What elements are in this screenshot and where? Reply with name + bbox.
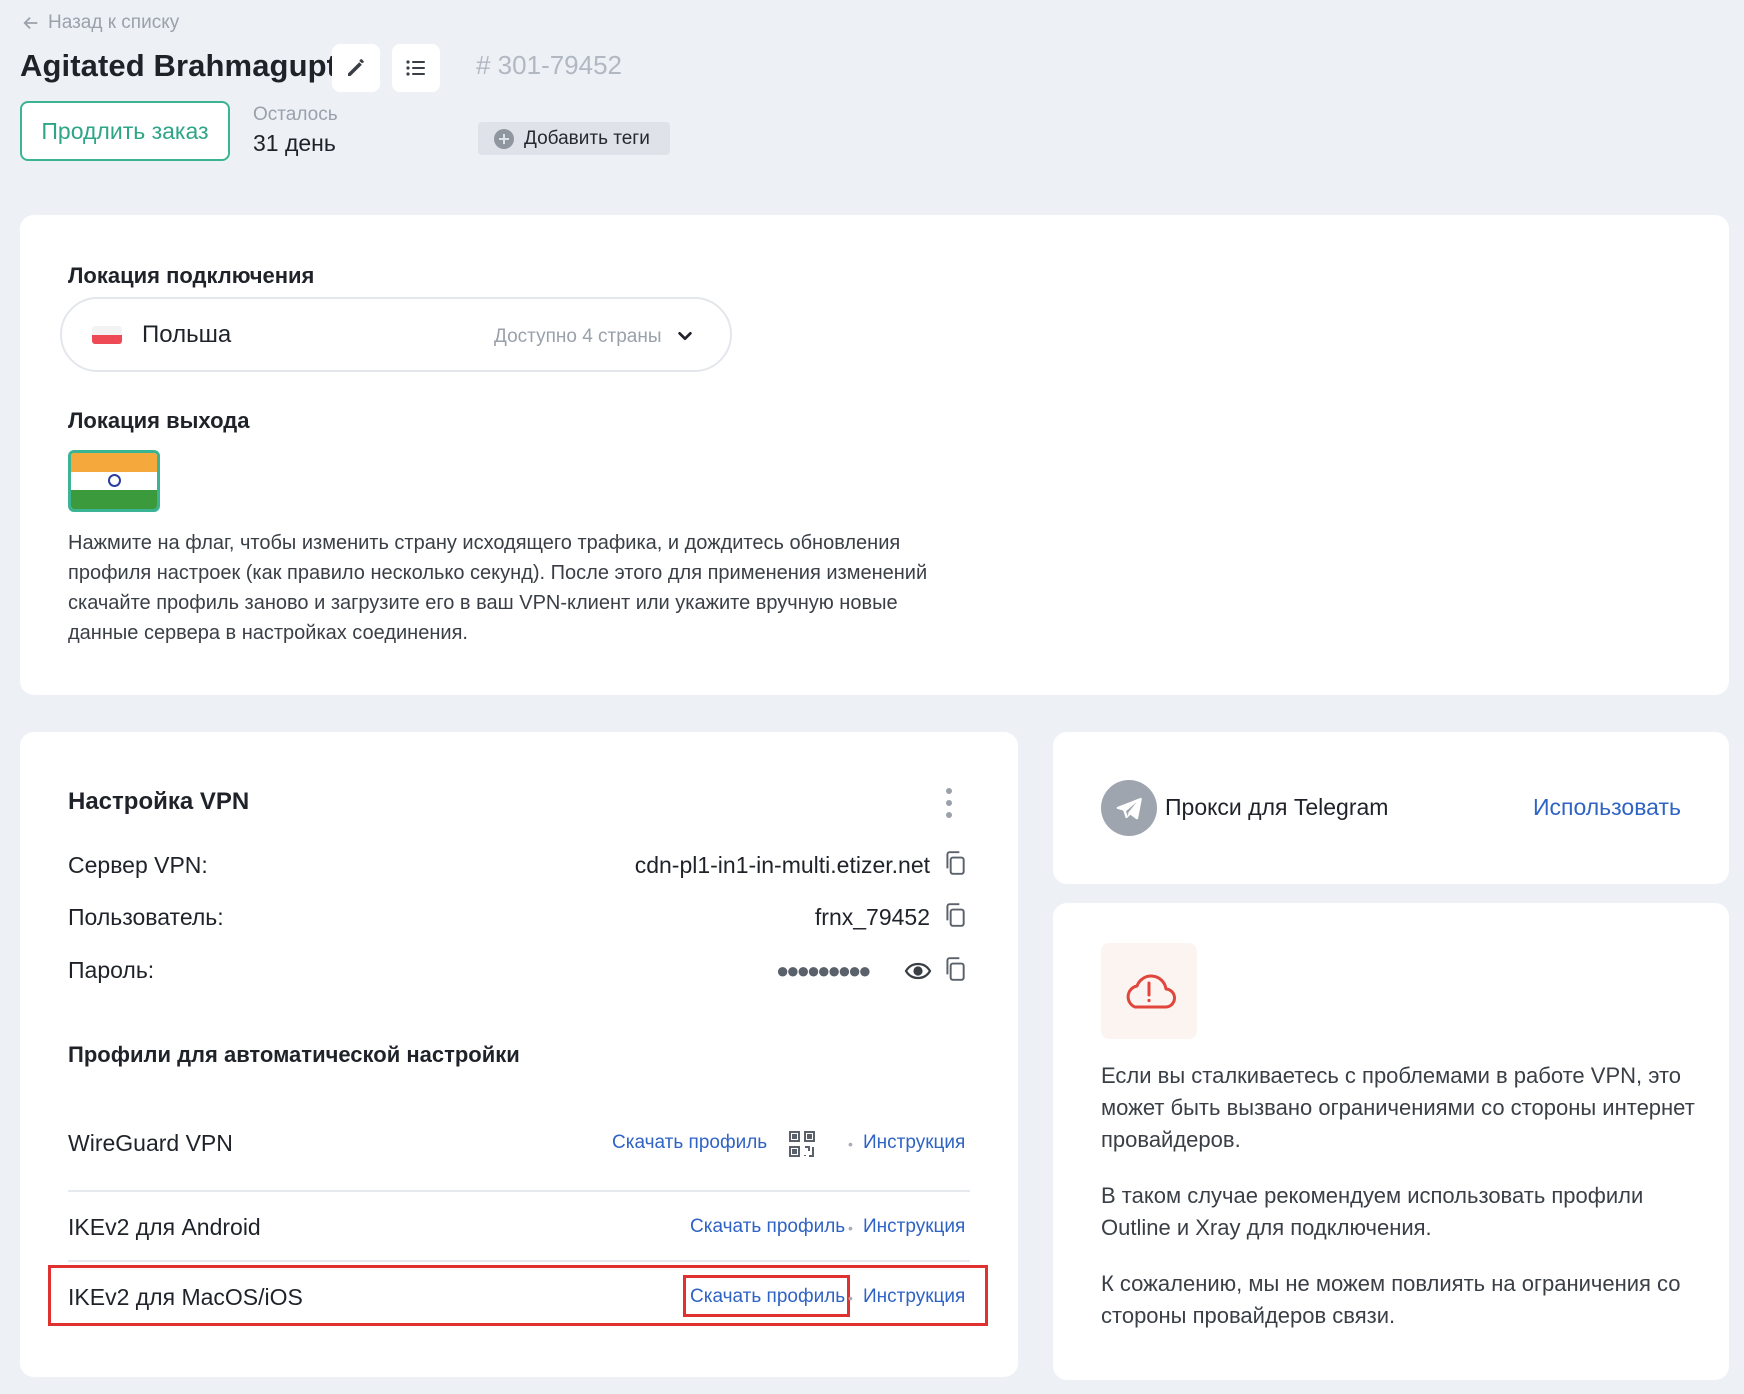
server-value: cdn-pl1-in1-in-multi.etizer.net: [634, 852, 930, 878]
telegram-icon: [1101, 780, 1157, 836]
password-label: Пароль:: [68, 957, 155, 983]
guide-link-android[interactable]: Инструкция: [863, 1216, 965, 1238]
eye-icon[interactable]: [904, 958, 932, 984]
exit-location-title: Локация выхода: [68, 408, 250, 433]
copy-icon[interactable]: [942, 850, 968, 876]
bullet-separator: •: [848, 1136, 853, 1152]
bullet-separator: •: [848, 1290, 853, 1306]
add-tags-label: Добавить теги: [524, 127, 650, 149]
download-profile-macos-ios[interactable]: Скачать профиль: [690, 1286, 845, 1308]
chevron-down-icon: [678, 331, 692, 341]
poland-flag-icon: [92, 326, 122, 344]
password-mask: ●●●●●●●●●: [776, 958, 872, 983]
provider-warning-card: Если вы сталкиваетесь с проблемами в раб…: [1053, 903, 1729, 1380]
guide-link-wireguard[interactable]: Инструкция: [863, 1132, 965, 1154]
divider: [68, 1190, 970, 1192]
location-card: Локация подключения Польша Доступно 4 ст…: [20, 215, 1729, 695]
connection-location-title: Локация подключения: [68, 263, 315, 288]
remaining-value: 31 день: [253, 130, 336, 156]
bullet-separator: •: [848, 1220, 853, 1236]
back-label: Назад к списку: [48, 12, 180, 33]
download-profile-wireguard[interactable]: Скачать профиль: [612, 1132, 767, 1154]
guide-link-macos-ios[interactable]: Инструкция: [863, 1286, 965, 1308]
page-title: Agitated Brahmagupta: [20, 48, 355, 83]
profile-name-wireguard: WireGuard VPN: [68, 1130, 233, 1156]
remaining-label: Осталось: [253, 104, 338, 125]
telegram-proxy-label: Прокси для Telegram: [1165, 794, 1389, 820]
profile-name-android: IKEv2 для Android: [68, 1214, 261, 1240]
back-to-list-link[interactable]: Назад к списку: [22, 12, 179, 34]
chakra-icon: [108, 474, 121, 487]
cloud-alert-icon: [1101, 943, 1197, 1039]
pencil-icon: [348, 59, 364, 76]
copy-icon[interactable]: [942, 956, 968, 982]
vpn-settings-card: Настройка VPN Сервер VPN: cdn-pl1-in1-in…: [20, 732, 1018, 1377]
renew-order-button[interactable]: Продлить заказ: [20, 101, 230, 161]
edit-button[interactable]: [332, 44, 380, 92]
warning-paragraph-2: В таком случае рекомендуем использовать …: [1101, 1183, 1644, 1240]
download-profile-android[interactable]: Скачать профиль: [690, 1216, 845, 1238]
more-options-icon[interactable]: [944, 788, 954, 818]
divider: [68, 1260, 970, 1262]
warning-paragraph-1: Если вы сталкиваетесь с проблемами в раб…: [1101, 1063, 1695, 1152]
qr-code-icon[interactable]: [788, 1130, 816, 1158]
exit-location-hint: Нажмите на флаг, чтобы изменить страну и…: [68, 532, 928, 644]
server-label: Сервер VPN:: [68, 852, 208, 878]
add-tags-button[interactable]: Добавить теги: [478, 122, 670, 155]
warning-paragraph-3: К сожалению, мы не можем повлиять на огр…: [1101, 1271, 1681, 1328]
user-label: Пользователь:: [68, 904, 224, 930]
available-countries: Доступно 4 страны: [494, 326, 662, 347]
user-value: frnx_79452: [814, 904, 930, 930]
list-icon: [406, 60, 425, 76]
profile-name-macos-ios: IKEv2 для MacOS/iOS: [68, 1284, 303, 1310]
vpn-settings-title: Настройка VPN: [68, 788, 250, 815]
connection-location-select[interactable]: Польша Доступно 4 страны: [60, 297, 732, 372]
list-button[interactable]: [392, 44, 440, 92]
use-telegram-proxy-link[interactable]: Использовать: [1529, 794, 1681, 821]
copy-icon[interactable]: [942, 902, 968, 928]
plus-circle-icon: [494, 128, 514, 149]
order-number: # 301-79452: [476, 50, 623, 80]
india-flag-button[interactable]: [68, 450, 160, 512]
selected-country: Польша: [142, 321, 232, 348]
arrow-left-icon: [23, 16, 38, 30]
profiles-title: Профили для автоматической настройки: [68, 1042, 520, 1067]
telegram-proxy-card: Прокси для Telegram Использовать: [1053, 732, 1729, 884]
